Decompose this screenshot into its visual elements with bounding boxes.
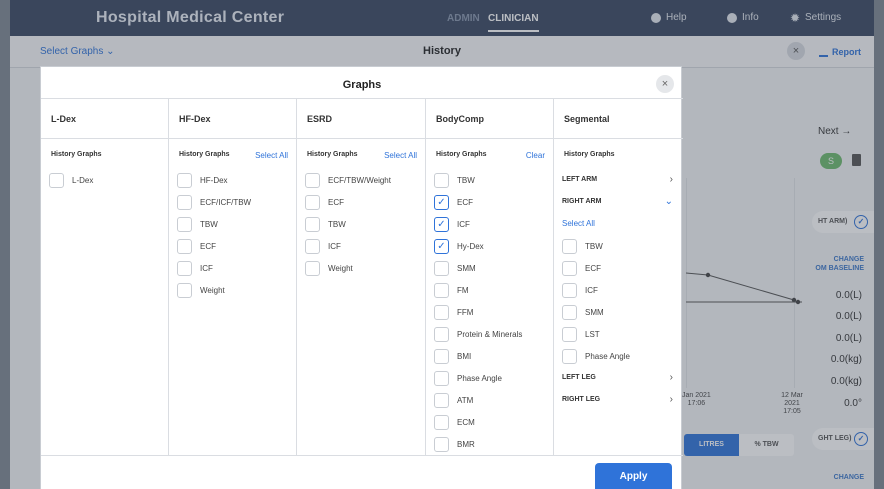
history-graphs-label: History Graphs Select All bbox=[179, 151, 288, 160]
checkbox[interactable] bbox=[434, 370, 449, 386]
column-heading: L-Dex bbox=[41, 99, 168, 139]
right-arm-row[interactable]: RIGHT ARM ⌄ bbox=[554, 191, 683, 213]
column-esrd: ESRD History Graphs Select All ECF/TBW/We… bbox=[297, 99, 426, 455]
checkbox[interactable] bbox=[562, 304, 577, 320]
checkbox-checked[interactable]: ✓ bbox=[434, 238, 449, 254]
select-all-link[interactable]: Select All bbox=[384, 151, 417, 160]
checkbox-item[interactable]: ATM bbox=[426, 389, 553, 411]
modal-title: Graphs bbox=[342, 79, 382, 91]
checkbox[interactable] bbox=[177, 238, 192, 254]
checkbox[interactable] bbox=[305, 194, 320, 210]
column-bodycomp: BodyComp History Graphs Clear TBW ✓ ECF ✓ I… bbox=[426, 99, 554, 455]
modal-close-button[interactable]: × bbox=[656, 75, 674, 93]
checkbox[interactable] bbox=[305, 172, 320, 188]
column-hfdex: HF-Dex History Graphs Select All HF-Dex E… bbox=[169, 99, 297, 455]
checkbox-checked[interactable]: ✓ bbox=[434, 216, 449, 232]
checkbox[interactable] bbox=[562, 326, 577, 342]
history-graphs-label: History Graphs Select All bbox=[307, 151, 417, 160]
checkbox-item[interactable]: TBW bbox=[554, 235, 683, 257]
checkbox-item[interactable]: TBW bbox=[297, 213, 425, 235]
checkbox[interactable] bbox=[434, 260, 449, 276]
checkbox-item[interactable]: HF-Dex bbox=[169, 169, 296, 191]
checkbox-item[interactable]: LST bbox=[554, 323, 683, 345]
select-all-link[interactable]: Select All bbox=[255, 151, 288, 160]
checkbox-item[interactable]: FM bbox=[426, 279, 553, 301]
checkbox-item[interactable]: Protein & Minerals bbox=[426, 323, 553, 345]
checkbox-item[interactable]: ECF/ICF/TBW bbox=[169, 191, 296, 213]
checkbox-item[interactable]: ECM bbox=[426, 411, 553, 433]
checkbox[interactable] bbox=[305, 238, 320, 254]
checkbox[interactable] bbox=[305, 260, 320, 276]
history-graphs-label: History Graphs bbox=[51, 151, 102, 158]
chevron-right-icon: › bbox=[669, 394, 673, 405]
checkbox-item[interactable]: BMR bbox=[426, 433, 553, 455]
checkbox-item[interactable]: ICF bbox=[554, 279, 683, 301]
checkbox-item[interactable]: Weight bbox=[169, 279, 296, 301]
checkbox[interactable] bbox=[434, 348, 449, 364]
checkbox-item[interactable]: Phase Angle bbox=[426, 367, 553, 389]
checkbox-checked[interactable]: ✓ bbox=[434, 194, 449, 210]
checkbox-item[interactable]: ICF bbox=[169, 257, 296, 279]
checkbox-item[interactable]: ✓ Hy-Dex bbox=[426, 235, 553, 257]
checkbox-item[interactable]: ECF bbox=[554, 257, 683, 279]
checkbox-item[interactable]: FFM bbox=[426, 301, 553, 323]
column-heading: HF-Dex bbox=[169, 99, 296, 139]
checkbox-item[interactable]: ✓ ECF bbox=[426, 191, 553, 213]
checkbox-item[interactable]: ✓ ICF bbox=[426, 213, 553, 235]
apply-button[interactable]: Apply bbox=[595, 463, 672, 489]
checkbox[interactable] bbox=[305, 216, 320, 232]
checkbox[interactable] bbox=[562, 348, 577, 364]
checkbox-item[interactable]: L-Dex bbox=[41, 169, 168, 191]
checkbox-item[interactable]: ECF bbox=[169, 235, 296, 257]
right-leg-row[interactable]: RIGHT LEG › bbox=[554, 389, 683, 411]
history-graphs-label: History Graphs bbox=[564, 151, 615, 158]
checkbox[interactable] bbox=[434, 172, 449, 188]
column-ldex: L-Dex History Graphs L-Dex bbox=[41, 99, 169, 455]
column-heading: BodyComp bbox=[426, 99, 553, 139]
checkbox[interactable] bbox=[562, 282, 577, 298]
checkbox[interactable] bbox=[177, 260, 192, 276]
checkbox[interactable] bbox=[434, 304, 449, 320]
graphs-modal: Graphs × L-Dex History Graphs L-Dex HF-D… bbox=[40, 66, 683, 489]
checkbox[interactable] bbox=[177, 216, 192, 232]
checkbox[interactable] bbox=[434, 392, 449, 408]
column-segmental: Segmental History Graphs LEFT ARM › RIGHT… bbox=[554, 99, 683, 455]
left-leg-row[interactable]: LEFT LEG › bbox=[554, 367, 683, 389]
checkbox[interactable] bbox=[49, 172, 64, 188]
left-arm-row[interactable]: LEFT ARM › bbox=[554, 169, 683, 191]
checkbox[interactable] bbox=[434, 326, 449, 342]
checkbox[interactable] bbox=[562, 260, 577, 276]
column-heading: Segmental bbox=[554, 99, 683, 139]
checkbox-item[interactable]: SMM bbox=[554, 301, 683, 323]
divider bbox=[41, 455, 683, 456]
checkbox-item[interactable]: BMI bbox=[426, 345, 553, 367]
checkbox-item[interactable]: ICF bbox=[297, 235, 425, 257]
checkbox[interactable] bbox=[434, 414, 449, 430]
chevron-down-icon: ⌄ bbox=[664, 196, 673, 207]
select-all-link[interactable]: Select All bbox=[554, 213, 683, 235]
checkbox-item[interactable]: ECF bbox=[297, 191, 425, 213]
checkbox[interactable] bbox=[434, 282, 449, 298]
checkbox[interactable] bbox=[177, 282, 192, 298]
checkbox-item[interactable]: TBW bbox=[426, 169, 553, 191]
checkbox[interactable] bbox=[177, 194, 192, 210]
checkbox-item[interactable]: Phase Angle bbox=[554, 345, 683, 367]
column-heading: ESRD bbox=[297, 99, 425, 139]
checkbox[interactable] bbox=[177, 172, 192, 188]
chevron-right-icon: › bbox=[669, 174, 673, 185]
checkbox[interactable] bbox=[434, 436, 449, 452]
history-graphs-label: History Graphs Clear bbox=[436, 151, 545, 160]
clear-link[interactable]: Clear bbox=[526, 151, 545, 160]
checkbox-item[interactable]: SMM bbox=[426, 257, 553, 279]
chevron-right-icon: › bbox=[669, 372, 673, 383]
checkbox-item[interactable]: ECF/TBW/Weight bbox=[297, 169, 425, 191]
checkbox[interactable] bbox=[562, 238, 577, 254]
checkbox-item[interactable]: TBW bbox=[169, 213, 296, 235]
checkbox-item[interactable]: Weight bbox=[297, 257, 425, 279]
